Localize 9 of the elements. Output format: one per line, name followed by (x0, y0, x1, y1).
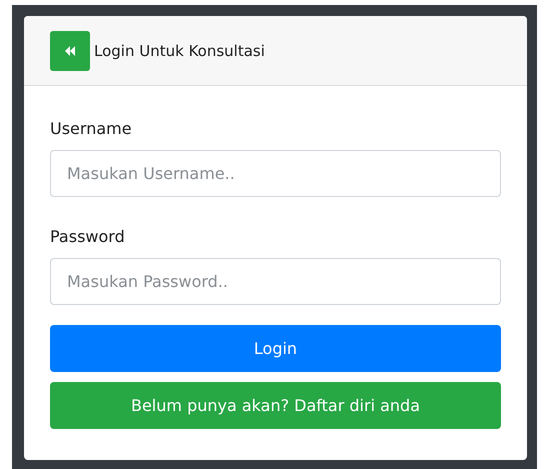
submit-button[interactable]: Belum punya akan? Daftar diri anda (50, 382, 501, 429)
input-field[interactable]: Masukan Username.. (50, 150, 501, 197)
field-label: Password (50, 227, 126, 246)
double-chevron-left-icon (64, 44, 76, 56)
field-label: Username (50, 119, 133, 138)
card-title: Login Untuk Konsultasi (94, 42, 265, 60)
submit-button[interactable]: Login (50, 325, 501, 372)
back-button[interactable] (50, 30, 90, 70)
input-field[interactable]: Masukan Password.. (50, 258, 501, 305)
